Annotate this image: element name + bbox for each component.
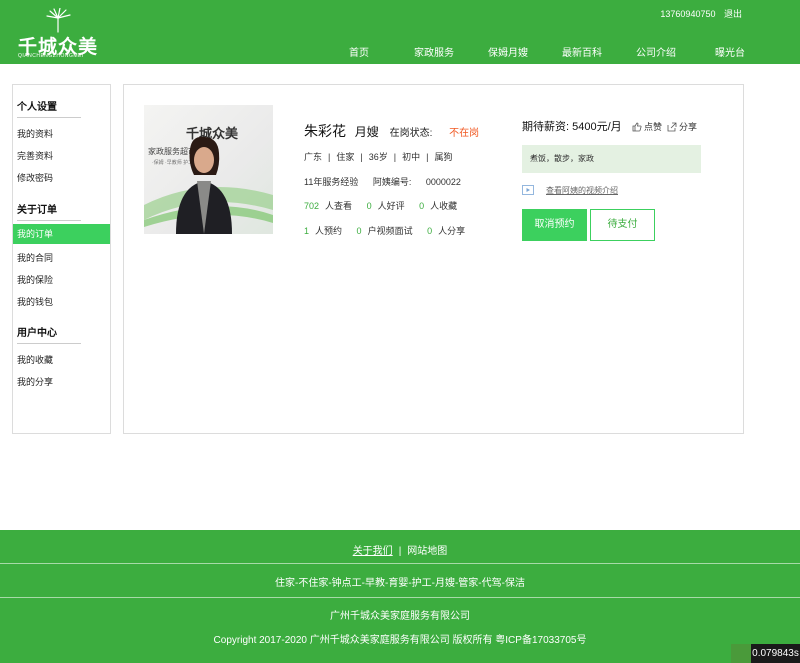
salary-label: 期待薪资: — [522, 121, 570, 133]
sidebar-item-my-contracts[interactable]: 我的合同 — [17, 251, 53, 264]
views-count: 702 — [304, 201, 320, 211]
views-label: 人查看 — [325, 201, 353, 211]
salary-value: 5400元/月 — [572, 121, 622, 133]
caregiver-role: 月嫂 — [354, 125, 379, 139]
sidebar-item-complete-profile[interactable]: 完善资料 — [17, 149, 53, 162]
logout-link[interactable]: 退出 — [724, 9, 742, 19]
video-interviews-count: 0 — [356, 226, 362, 236]
about-us-link[interactable]: 关于我们 — [353, 546, 393, 557]
user-phone: 13760940750 — [660, 9, 716, 19]
status-value: 不在岗 — [449, 128, 480, 139]
footer-links: 关于我们 | 网站地图 — [0, 542, 800, 557]
caregiver-name: 朱彩花 — [304, 123, 346, 139]
good-reviews-count: 0 — [366, 201, 372, 211]
good-reviews-label: 人好评 — [377, 201, 405, 211]
sitemap-link[interactable]: 网站地图 — [407, 546, 447, 557]
video-icon — [522, 185, 534, 195]
bookings-count: 1 — [304, 226, 310, 236]
sidebar-item-my-wallet[interactable]: 我的钱包 — [17, 295, 53, 308]
sidebar-item-change-password[interactable]: 修改密码 — [17, 171, 53, 184]
sidebar-heading-user-center: 用户中心 — [17, 324, 81, 344]
footer-company: 广州千城众美家庭服务有限公司 — [330, 611, 470, 622]
cancel-booking-button[interactable]: 取消预约 — [522, 209, 587, 241]
shares-count: 0 — [427, 226, 433, 236]
footer-copyright: Copyright 2017-2020 广州千城众美家庭服务有限公司 版权所有 … — [213, 635, 587, 646]
id-value: 0000022 — [425, 177, 461, 187]
stats-row-2: 1 人预约 0 户视频面试 0 人分享 — [304, 224, 465, 237]
footer-divider — [0, 563, 800, 564]
status-label: 在岗状态: — [389, 128, 433, 139]
stats-row-1: 702 人查看 0 人好评 0 人收藏 — [304, 199, 457, 212]
order-detail-panel: 千城众美 家政服务超市 ·保姆 ·早教师 护工... 朱彩花 月嫂 在岗状态: … — [123, 84, 744, 434]
render-timer: 0.079843s — [751, 644, 800, 663]
nav-home[interactable]: 首页 — [349, 44, 369, 59]
hobbies-box: 煮饭，散步，家政 — [522, 145, 701, 173]
nav-company[interactable]: 公司介绍 — [636, 44, 676, 59]
share-icon — [667, 122, 677, 132]
footer-pipe: | — [398, 546, 402, 557]
expected-salary: 期待薪资: 5400元/月 — [522, 118, 622, 134]
sidebar-item-my-orders[interactable]: 我的订单 — [13, 224, 110, 244]
share-button[interactable]: 分享 — [667, 120, 697, 133]
experience-row: 11年服务经验 阿姨编号: 0000022 — [304, 175, 461, 188]
caregiver-tags: 广东 | 住家 | 36岁 | 初中 | 属狗 — [304, 152, 453, 162]
tag-zodiac: 属狗 — [434, 152, 453, 162]
site-footer: 关于我们 | 网站地图 住家-不住家-钟点工-早教-育婴-护工-月嫂-管家-代驾-保… — [0, 530, 800, 663]
main-nav: 首页 家政服务 保姆月嫂 最新百科 公司介绍 曝光台 — [0, 44, 800, 59]
nav-housekeeping[interactable]: 家政服务 — [414, 44, 454, 59]
nav-nanny[interactable]: 保姆月嫂 — [488, 44, 528, 59]
tag-education: 初中 — [402, 152, 421, 162]
nav-encyclopedia[interactable]: 最新百科 — [562, 44, 602, 59]
id-label: 阿姨编号: — [372, 177, 412, 187]
tag-region: 广东 — [304, 152, 323, 162]
footer-services: 住家-不住家-钟点工-早教-育婴-护工-月嫂-管家-代驾-保洁 — [275, 578, 525, 589]
sidebar-heading-personal: 个人设置 — [17, 98, 81, 118]
shares-label: 人分享 — [438, 226, 466, 236]
name-row: 朱彩花 月嫂 在岗状态: 不在岗 — [304, 121, 479, 141]
favorites-label: 人收藏 — [430, 201, 458, 211]
video-interviews-label: 户视频面试 — [367, 226, 413, 236]
video-intro-link[interactable]: 查看阿姨的视频介绍 — [522, 185, 618, 196]
thumbs-up-icon — [632, 122, 642, 132]
account-sidebar: 个人设置 我的资料 完善资料 修改密码 关于订单 我的订单 我的合同 我的保险 … — [12, 84, 111, 434]
dandelion-logo-icon — [46, 8, 71, 33]
tag-age: 36岁 — [368, 152, 388, 162]
person-figure — [176, 136, 232, 234]
sidebar-item-my-favorites[interactable]: 我的收藏 — [17, 353, 53, 366]
sidebar-item-my-insurance[interactable]: 我的保险 — [17, 273, 53, 286]
site-header: 千城众美 QIANCHENGZHONGMEI 13760940750 退出 首页… — [0, 0, 800, 64]
favorites-count: 0 — [419, 201, 425, 211]
sidebar-item-my-profile[interactable]: 我的资料 — [17, 127, 53, 140]
caregiver-photo: 千城众美 家政服务超市 ·保姆 ·早教师 护工... — [144, 105, 273, 234]
nav-exposure[interactable]: 曝光台 — [715, 44, 745, 59]
like-button[interactable]: 点赞 — [632, 120, 662, 133]
corner-logo-icon — [731, 644, 751, 663]
pending-payment-button[interactable]: 待支付 — [590, 209, 655, 241]
bookings-label: 人预约 — [315, 226, 343, 236]
footer-divider — [0, 597, 800, 598]
sidebar-item-my-shares[interactable]: 我的分享 — [17, 375, 53, 388]
experience-years: 11年服务经验 — [304, 177, 359, 187]
sidebar-heading-orders: 关于订单 — [17, 201, 81, 221]
user-bar: 13760940750 退出 — [654, 7, 742, 20]
tag-live-in: 住家 — [336, 152, 355, 162]
